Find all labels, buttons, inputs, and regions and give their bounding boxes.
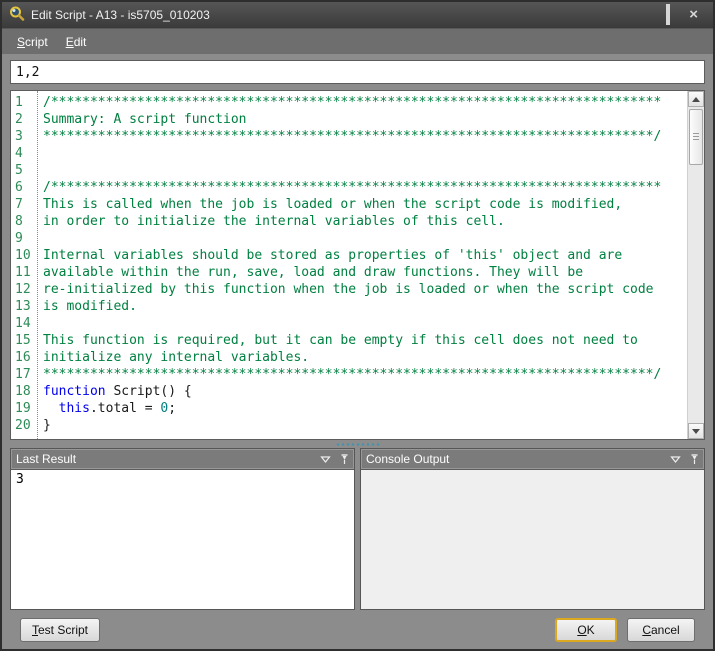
line-number: 13 (15, 298, 37, 315)
splitter-grip-icon (335, 442, 381, 447)
panel-last-result: Last Result (10, 448, 355, 610)
last-result-header: Last Result (11, 449, 354, 470)
code-line: This is called when the job is loaded or… (43, 196, 687, 213)
titlebar: Edit Script - A13 - is5705_010203 × (2, 2, 713, 28)
code-line: is modified. (43, 298, 687, 315)
last-result-title: Last Result (16, 452, 76, 466)
code-line (43, 162, 687, 179)
line-number: 2 (15, 111, 37, 128)
code-line: available within the run, save, load and… (43, 264, 687, 281)
scroll-up-button[interactable] (688, 91, 704, 107)
line-number: 17 (15, 366, 37, 383)
code-line (43, 315, 687, 332)
console-output-pin-button[interactable] (690, 454, 699, 465)
code-line: in order to initialize the internal vari… (43, 213, 687, 230)
button-bar: Test Script OK Cancel (10, 610, 705, 649)
line-number: 10 (15, 247, 37, 264)
edit-script-window: Edit Script - A13 - is5705_010203 × Scri… (0, 0, 715, 651)
console-output-content (361, 470, 704, 609)
scrollbar-track[interactable] (688, 107, 704, 423)
close-icon: × (689, 6, 698, 23)
code-line: Internal variables should be stored as p… (43, 247, 687, 264)
line-number: 8 (15, 213, 37, 230)
panel-console-output: Console Output (360, 448, 705, 610)
test-script-button[interactable]: Test Script (20, 618, 100, 642)
last-result-content: 3 (11, 470, 354, 609)
code-line: this.total = 0; (43, 400, 687, 417)
pin-icon (690, 454, 699, 465)
cancel-button[interactable]: Cancel (627, 618, 695, 642)
scroll-up-icon (692, 93, 700, 102)
line-number: 15 (15, 332, 37, 349)
menu-item-script[interactable]: Script (8, 31, 57, 53)
code-line: re-initialized by this function when the… (43, 281, 687, 298)
line-number: 18 (15, 383, 37, 400)
last-result-pin-button[interactable] (340, 454, 349, 465)
code-line: } (43, 417, 687, 434)
editor-code[interactable]: /***************************************… (38, 91, 687, 439)
editor-gutter: 1234567891011121314151617181920 (11, 91, 38, 439)
maximize-button[interactable] (666, 6, 670, 24)
code-editor: 1234567891011121314151617181920 /*******… (10, 90, 705, 440)
line-number: 12 (15, 281, 37, 298)
line-number: 11 (15, 264, 37, 281)
chevron-down-icon (320, 455, 331, 464)
code-line: function Script() { (43, 383, 687, 400)
cursor-position-input[interactable] (10, 60, 705, 84)
scroll-down-icon (692, 429, 700, 438)
console-output-header: Console Output (361, 449, 704, 470)
code-line (43, 145, 687, 162)
line-number: 14 (15, 315, 37, 332)
line-number: 4 (15, 145, 37, 162)
app-magnifier-icon (9, 5, 25, 26)
scroll-down-button[interactable] (688, 423, 704, 439)
console-output-title: Console Output (366, 452, 449, 466)
close-button[interactable]: × (689, 6, 698, 24)
chevron-down-icon (670, 455, 681, 464)
line-number: 20 (15, 417, 37, 434)
code-line: initialize any internal variables. (43, 349, 687, 366)
window-title: Edit Script - A13 - is5705_010203 (31, 8, 210, 22)
scrollbar-thumb[interactable] (689, 109, 703, 165)
menubar: Script Edit (2, 28, 713, 54)
pin-icon (340, 454, 349, 465)
maximize-icon (666, 4, 670, 25)
line-number: 6 (15, 179, 37, 196)
code-line: Summary: A script function (43, 111, 687, 128)
line-number: 9 (15, 230, 37, 247)
code-line: ****************************************… (43, 366, 687, 383)
code-line: /***************************************… (43, 179, 687, 196)
console-output-menu-button[interactable] (670, 455, 681, 464)
line-number: 1 (15, 94, 37, 111)
line-number: 5 (15, 162, 37, 179)
menu-item-edit[interactable]: Edit (57, 31, 96, 53)
code-line: ****************************************… (43, 128, 687, 145)
ok-button[interactable]: OK (555, 618, 617, 642)
code-line (43, 230, 687, 247)
code-line: This function is required, but it can be… (43, 332, 687, 349)
line-number: 7 (15, 196, 37, 213)
editor-scrollbar[interactable] (687, 91, 704, 439)
last-result-menu-button[interactable] (320, 455, 331, 464)
horizontal-splitter[interactable] (10, 440, 705, 448)
line-number: 3 (15, 128, 37, 145)
line-number: 19 (15, 400, 37, 417)
line-number: 16 (15, 349, 37, 366)
code-line: /***************************************… (43, 94, 687, 111)
